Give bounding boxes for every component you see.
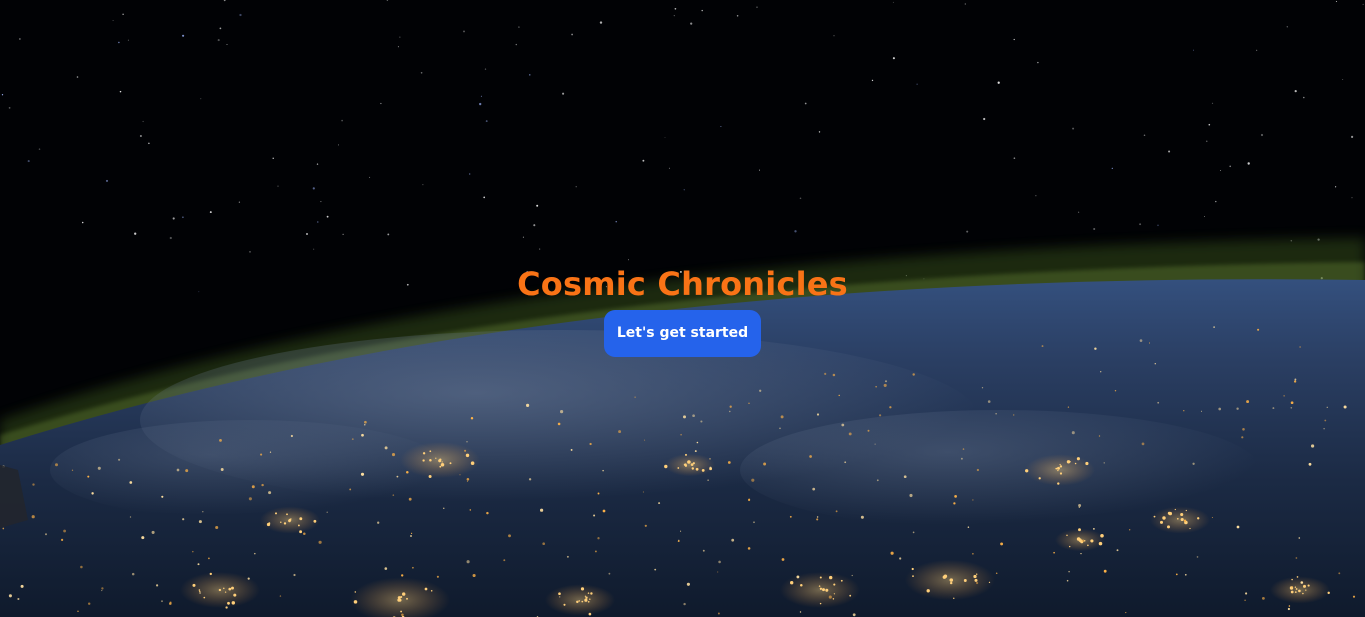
page-title: Cosmic Chronicles <box>517 265 848 303</box>
hero-section: Cosmic Chronicles Let's get started <box>0 0 1365 617</box>
hero-content: Cosmic Chronicles Let's get started <box>0 262 1365 357</box>
get-started-button[interactable]: Let's get started <box>603 310 762 357</box>
